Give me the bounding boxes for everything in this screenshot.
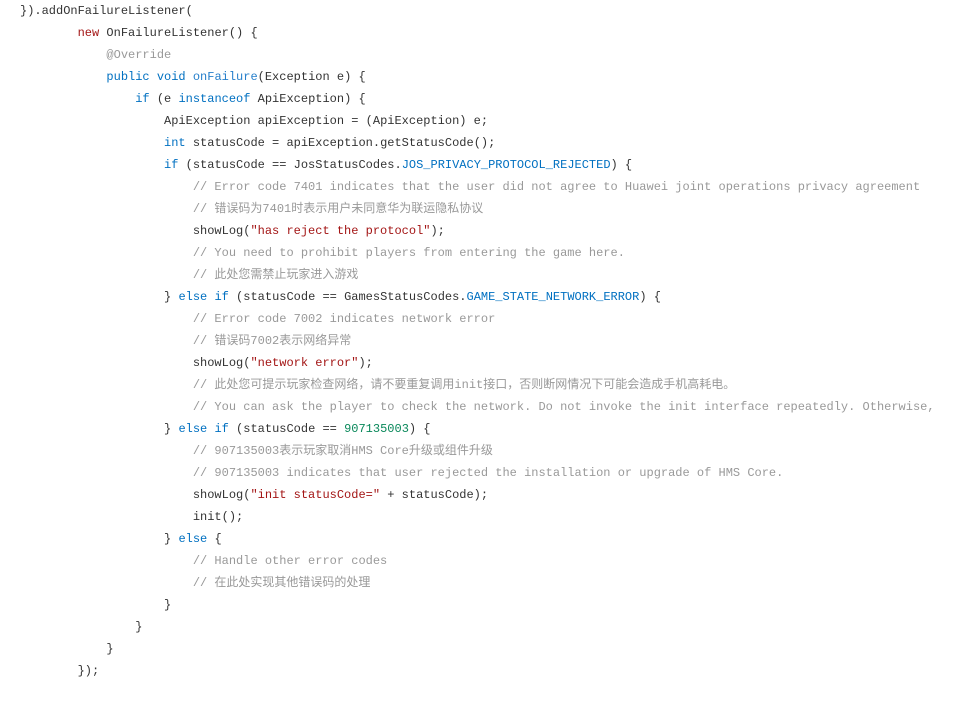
line: // You can ask the player to check the n… xyxy=(20,400,935,414)
line: } else if (statusCode == 907135003) { xyxy=(20,422,431,436)
line: init(); xyxy=(20,510,243,524)
line: // 此处您可提示玩家检查网络，请不要重复调用init接口，否则断网情况下可能会… xyxy=(20,378,735,392)
line: // Error code 7002 indicates network err… xyxy=(20,312,495,326)
line: } else if (statusCode == GamesStatusCode… xyxy=(20,290,661,304)
line: }); xyxy=(20,664,99,678)
line: } xyxy=(20,598,171,612)
line: // 在此处实现其他错误码的处理 xyxy=(20,576,370,590)
line: if (e instanceof ApiException) { xyxy=(20,92,366,106)
line: // Error code 7401 indicates that the us… xyxy=(20,180,920,194)
line: } xyxy=(20,620,142,634)
code-block: }).addOnFailureListener( new OnFailureLi… xyxy=(0,0,956,702)
line: int statusCode = apiException.getStatusC… xyxy=(20,136,495,150)
line: } else { xyxy=(20,532,222,546)
line: }).addOnFailureListener( xyxy=(20,4,193,18)
line: // You need to prohibit players from ent… xyxy=(20,246,625,260)
line: if (statusCode == JosStatusCodes.JOS_PRI… xyxy=(20,158,632,172)
line: showLog("network error"); xyxy=(20,356,373,370)
line: public void onFailure(Exception e) { xyxy=(20,70,366,84)
line: // Handle other error codes xyxy=(20,554,387,568)
line: ApiException apiException = (ApiExceptio… xyxy=(20,114,488,128)
line: // 907135003 indicates that user rejecte… xyxy=(20,466,783,480)
line: // 错误码为7401时表示用户未同意华为联运隐私协议 xyxy=(20,202,483,216)
line: // 此处您需禁止玩家进入游戏 xyxy=(20,268,358,282)
line: showLog("init statusCode=" + statusCode)… xyxy=(20,488,488,502)
line: showLog("has reject the protocol"); xyxy=(20,224,445,238)
line: @Override xyxy=(20,48,171,62)
line: } xyxy=(20,642,114,656)
line: // 错误码7002表示网络异常 xyxy=(20,334,351,348)
line: new OnFailureListener() { xyxy=(20,26,258,40)
line: // 907135003表示玩家取消HMS Core升级或组件升级 xyxy=(20,444,493,458)
